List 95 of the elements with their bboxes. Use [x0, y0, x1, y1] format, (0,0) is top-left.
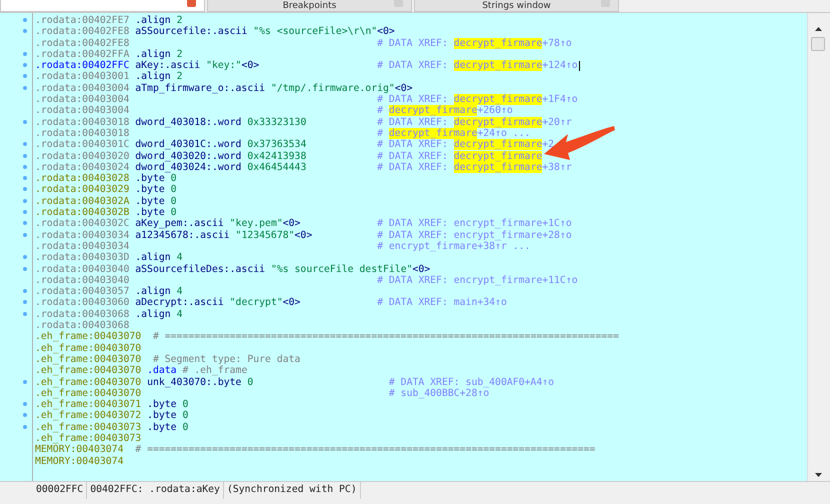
xref-comment: # DATA XREF: encrypt_firmare+1C↑o — [377, 218, 572, 230]
instruction-text: aSSourcefileDes:.ascii "%s sourceFile destFile"<0> — [135, 264, 430, 275]
address-text: .rodata:00403040 — [35, 274, 130, 286]
address-text: .rodata:0040303D — [35, 252, 130, 264]
address-text: .rodata:0040302B — [35, 207, 130, 218]
instruction-text: dword_403018:.word 0x33323130 — [135, 116, 308, 128]
address-text: .rodata:00402FE8 — [35, 26, 130, 38]
address-text: .eh_frame:00403070 — [35, 365, 142, 376]
address-text: .rodata:00402FE8 — [35, 38, 130, 49]
instruction-text: dword_403024:.word 0x46454443 — [135, 162, 308, 174]
instruction-text: # Segment type: Pure data — [152, 354, 302, 366]
scroll-up-icon[interactable] — [815, 27, 822, 31]
address-text: .rodata:00403068 — [35, 320, 130, 332]
address-text: .rodata:00402FE7 — [35, 15, 130, 26]
scroll-down-icon[interactable] — [815, 473, 822, 477]
xref-comment: # DATA XREF: main+34↑o — [377, 297, 507, 309]
instruction-text: .byte 0 — [135, 196, 178, 208]
address-text: .rodata:0040302A — [35, 196, 130, 208]
address-text: .eh_frame:00403070 — [35, 342, 142, 354]
tab[interactable]: Breakpoints — [207, 0, 412, 12]
xref-comment: # DATA XREF: sub_400AF0+A4↑o — [388, 376, 554, 388]
address-text: .rodata:00403018 — [35, 128, 130, 140]
address-text: .rodata:00403004 — [35, 105, 130, 117]
instruction-text: .byte 0 — [147, 399, 190, 410]
address-text: .rodata:0040301C — [35, 139, 130, 151]
instruction-text: aKey_pem:.ascii "key.pem"<0> — [135, 218, 302, 230]
address-text: .rodata:00403060 — [35, 297, 130, 309]
address-text: .rodata:00403040 — [35, 264, 130, 275]
xref-comment: # encrypt_firmare+38↑r ... — [377, 240, 530, 252]
address-text: .rodata:00403001 — [35, 71, 130, 83]
address-text: .rodata:00403020 — [35, 150, 130, 162]
instruction-text: .byte 0 — [135, 184, 178, 196]
xref-comment: # DATA XREF: decrypt_firmare+20↑r — [377, 116, 572, 128]
status-offset: 00002FFC — [33, 482, 88, 499]
address-text: .rodata:00403018 — [35, 116, 130, 128]
status-location: 00402FFC: .rodata:aKey — [87, 482, 224, 499]
address-text: .rodata:00402FFA — [35, 48, 130, 60]
instruction-text: a12345678:.ascii "12345678"<0> — [135, 230, 314, 241]
address-text: .rodata:00403004 — [35, 82, 130, 94]
instruction-text: aKey:.ascii "key:"<0> — [135, 60, 260, 72]
instruction-text: .align 4 — [135, 252, 184, 264]
address-text: .rodata:00402FFC — [35, 60, 130, 72]
xref-comment: # DATA XREF: decrypt_firmare+78↑o — [377, 38, 572, 49]
instruction-text: .byte 0 — [135, 173, 178, 184]
instruction-text: .align 2 — [135, 48, 184, 60]
tab[interactable]: Strings window — [414, 0, 619, 12]
instruction-text: aDecrypt:.ascii "decrypt"<0> — [135, 297, 302, 309]
address-text: .rodata:00403057 — [35, 286, 130, 298]
xref-comment: # DATA XREF: encrypt_firmare+11C↑o — [377, 274, 578, 286]
address-text: .rodata:00403024 — [35, 162, 130, 174]
address-text: .rodata:00403028 — [35, 173, 130, 184]
instruction-text: .data # .eh_frame — [147, 365, 248, 376]
close-icon[interactable] — [187, 0, 196, 7]
instruction-text: # ============================================================================= — [152, 331, 619, 343]
tab[interactable] — [0, 0, 205, 12]
instruction-text: .align 4 — [135, 308, 184, 320]
xref-comment: # decrypt_firmare+260↑o — [377, 105, 513, 117]
address-text: .eh_frame:00403071 — [35, 399, 142, 410]
address-text: .rodata:0040302C — [35, 218, 130, 230]
address-text: .rodata:00403034 — [35, 230, 130, 241]
instruction-text: dword_403020:.word 0x42413938 — [135, 150, 308, 162]
address-text: MEMORY:00403074 — [35, 456, 124, 467]
instruction-text: # ============================================================================ — [134, 444, 596, 456]
address-text: .rodata:00403004 — [35, 94, 130, 106]
instruction-text: .align 2 — [135, 15, 184, 26]
xref-comment: # DATA XREF: decrypt_firmare+38↑r — [377, 162, 572, 174]
address-text: .rodata:00403029 — [35, 184, 130, 196]
xref-comment: # DATA XREF: decrypt_firmare — [377, 150, 542, 162]
address-text: .eh_frame:00403070 — [35, 354, 142, 366]
instruction-text: aTmp_firmware_o:.ascii "/tmp/.firmware.orig"<0> — [135, 82, 413, 94]
address-text: .eh_frame:00403070 — [35, 388, 142, 400]
instruction-text: .byte 0 — [147, 410, 190, 422]
address-text: .rodata:00403034 — [35, 240, 130, 252]
instruction-text: aSSourcefile:.ascii "%s <sourceFile>\r\n"<0> — [135, 26, 395, 38]
instruction-text: .align 4 — [135, 286, 184, 298]
status-sync: (Synchronized with PC) — [224, 482, 361, 499]
address-text: .eh_frame:00403073 — [35, 432, 142, 444]
address-text: .eh_frame:00403070 — [35, 331, 142, 343]
instruction-text: dword_40301C:.word 0x37363534 — [135, 139, 308, 151]
xref-comment: # DATA XREF: decrypt_firmare+2 — [377, 139, 554, 151]
address-text: MEMORY:00403074 — [35, 444, 124, 456]
xref-comment: # decrypt_firmare+24↑o ... — [377, 128, 530, 140]
xref-comment: # sub_400BBC+28↑o — [388, 388, 490, 400]
scroll-thumb[interactable] — [811, 37, 825, 51]
xref-comment: # DATA XREF: encrypt_firmare+28↑o — [377, 230, 572, 241]
xref-comment: # DATA XREF: decrypt_firmare+124↑o — [377, 60, 578, 72]
instruction-text: unk_403070:.byte 0 — [147, 376, 254, 388]
xref-comment: # DATA XREF: decrypt_firmare+1F4↑o — [377, 94, 578, 106]
address-text: .eh_frame:00403070 — [35, 376, 142, 388]
instruction-text: .align 2 — [135, 71, 184, 83]
address-text: .eh_frame:00403072 — [35, 410, 142, 422]
instruction-text: .byte 0 — [147, 422, 190, 433]
address-text: .rodata:00403068 — [35, 308, 130, 320]
instruction-text: .byte 0 — [135, 207, 178, 218]
address-text: .eh_frame:00403073 — [35, 422, 142, 433]
